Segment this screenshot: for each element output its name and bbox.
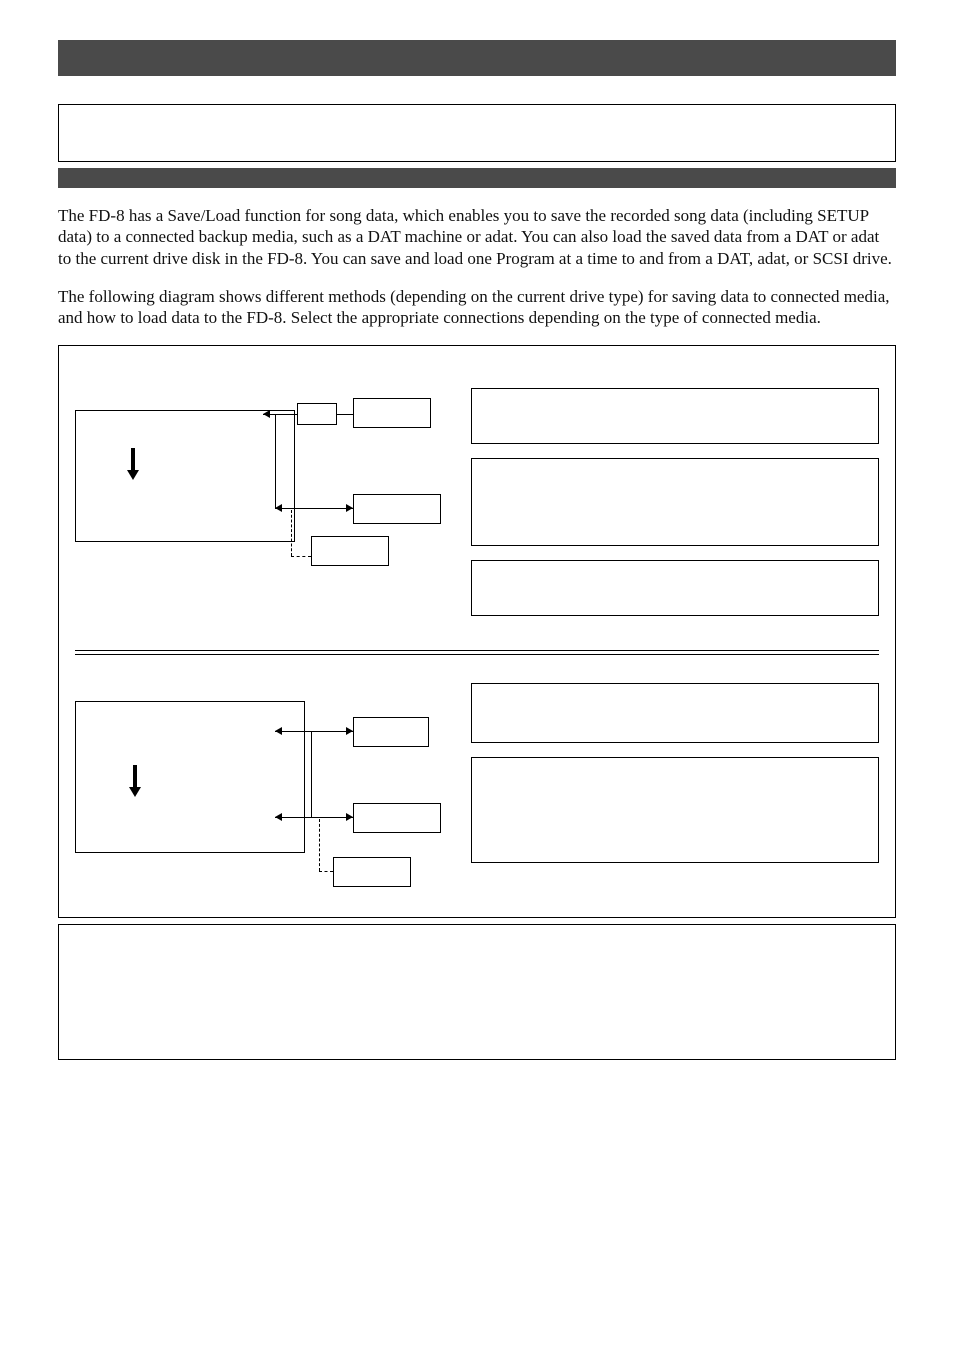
- header-bar: [58, 40, 896, 76]
- diagram-divider: [75, 650, 879, 655]
- diagram-2-arrow-mid-right: [346, 813, 353, 821]
- info-box-2b: [471, 757, 879, 863]
- diagram-2-arrow-top-right: [346, 727, 353, 735]
- diagram-1: [75, 388, 453, 568]
- diagram-row-1: [75, 388, 879, 616]
- info-col-2: [471, 683, 879, 863]
- diagram-container: [58, 345, 896, 918]
- diagram-1-box-bottom-right: [311, 536, 389, 566]
- diagram-1-vline-1: [275, 414, 276, 508]
- diagram-1-line-mid: [275, 508, 353, 509]
- diagram-1-down-stem: [131, 448, 135, 470]
- diagram-2-line-mid: [275, 817, 353, 818]
- diagram-1-arrow-top-left: [263, 410, 270, 418]
- diagram-1-box-mid-right: [353, 494, 441, 524]
- diagram-1-arrow-mid-right: [346, 504, 353, 512]
- diagram-2-vline: [311, 731, 312, 817]
- diagram-2-dashed-h: [319, 871, 333, 872]
- diagram-2: [75, 683, 453, 893]
- diagram-1-dashed-1: [291, 510, 292, 556]
- diagram-2-line-top: [275, 731, 353, 732]
- intro-paragraph-1: The FD-8 has a Save/Load function for so…: [58, 205, 896, 269]
- diagram-1-dashed-h: [291, 556, 311, 557]
- bottom-note-box: [58, 924, 896, 1060]
- diagram-1-main-frame: [75, 410, 295, 542]
- diagram-2-box-top-right: [353, 717, 429, 747]
- info-col-1: [471, 388, 879, 616]
- title-box: [58, 104, 896, 162]
- diagram-1-mid-top-box: [297, 403, 337, 425]
- info-box-1c: [471, 560, 879, 616]
- diagram-1-box-top-right: [353, 398, 431, 428]
- diagram-2-box-mid-right: [353, 803, 441, 833]
- info-box-1b: [471, 458, 879, 546]
- info-box-2a: [471, 683, 879, 743]
- intro-paragraph-2: The following diagram shows different me…: [58, 286, 896, 329]
- diagram-2-box-bottom-right: [333, 857, 411, 887]
- section-bar: [58, 168, 896, 188]
- diagram-1-arrow-mid-left: [275, 504, 282, 512]
- diagram-2-dashed-1: [319, 819, 320, 871]
- info-box-1a: [471, 388, 879, 444]
- diagram-2-down-stem: [133, 765, 137, 787]
- diagram-2-arrow-down-icon: [129, 787, 141, 797]
- diagram-row-2: [75, 683, 879, 893]
- diagram-2-main-frame: [75, 701, 305, 853]
- diagram-1-arrow-down-icon: [127, 470, 139, 480]
- diagram-2-arrow-top-left: [275, 727, 282, 735]
- diagram-2-arrow-mid-left: [275, 813, 282, 821]
